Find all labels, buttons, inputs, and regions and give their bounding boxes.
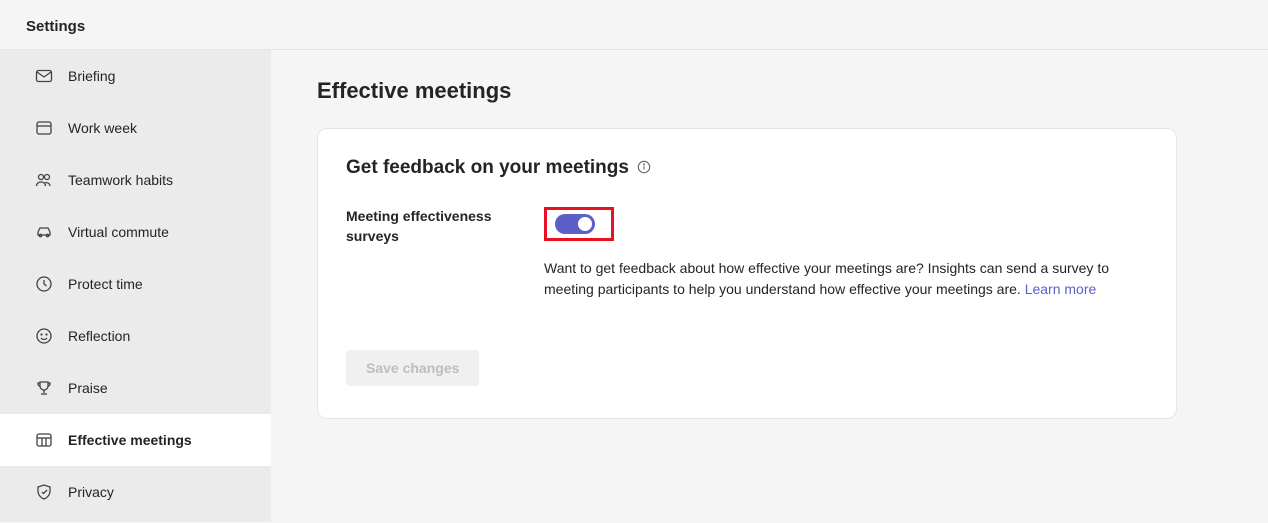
sidebar-item-briefing[interactable]: Briefing [0, 50, 271, 102]
settings-header: Settings [0, 0, 1268, 50]
sidebar-item-protect-time[interactable]: Protect time [0, 258, 271, 310]
shield-icon [34, 482, 54, 502]
sidebar-item-label: Work week [68, 120, 137, 136]
feedback-card: Get feedback on your meetings Meeting ef… [317, 128, 1177, 419]
learn-more-link[interactable]: Learn more [1025, 281, 1097, 297]
sidebar-item-label: Privacy [68, 484, 114, 500]
sidebar-item-effective-meetings[interactable]: Effective meetings [0, 414, 271, 466]
toggle-highlight-box [544, 207, 614, 241]
meeting-surveys-toggle[interactable] [555, 214, 595, 234]
smile-icon [34, 326, 54, 346]
sidebar-item-reflection[interactable]: Reflection [0, 310, 271, 362]
info-icon[interactable] [637, 160, 653, 176]
mail-icon [34, 66, 54, 86]
header-title: Settings [26, 18, 85, 35]
calendar-week-icon [34, 118, 54, 138]
card-title: Get feedback on your meetings [346, 157, 629, 179]
people-icon [34, 170, 54, 190]
clock-icon [34, 274, 54, 294]
sidebar-item-praise[interactable]: Praise [0, 362, 271, 414]
sidebar-item-label: Virtual commute [68, 224, 169, 240]
sidebar-item-work-week[interactable]: Work week [0, 102, 271, 154]
settings-sidebar: Briefing Work week Teamwork habits [0, 50, 271, 522]
sidebar-item-label: Praise [68, 380, 108, 396]
calendar-grid-icon [34, 430, 54, 450]
sidebar-item-privacy[interactable]: Privacy [0, 466, 271, 518]
page-title: Effective meetings [317, 78, 1222, 104]
trophy-icon [34, 378, 54, 398]
sidebar-item-label: Protect time [68, 276, 143, 292]
sidebar-item-label: Reflection [68, 328, 130, 344]
sidebar-item-label: Teamwork habits [68, 172, 173, 188]
sidebar-item-teamwork-habits[interactable]: Teamwork habits [0, 154, 271, 206]
sidebar-item-label: Effective meetings [68, 432, 192, 448]
sidebar-item-label: Briefing [68, 68, 115, 84]
sidebar-item-virtual-commute[interactable]: Virtual commute [0, 206, 271, 258]
setting-description: Want to get feedback about how effective… [544, 258, 1148, 300]
main-content: Effective meetings Get feedback on your … [271, 50, 1268, 522]
car-icon [34, 222, 54, 242]
save-changes-button[interactable]: Save changes [346, 350, 479, 386]
setting-label: Meeting effectiveness surveys [346, 207, 516, 300]
